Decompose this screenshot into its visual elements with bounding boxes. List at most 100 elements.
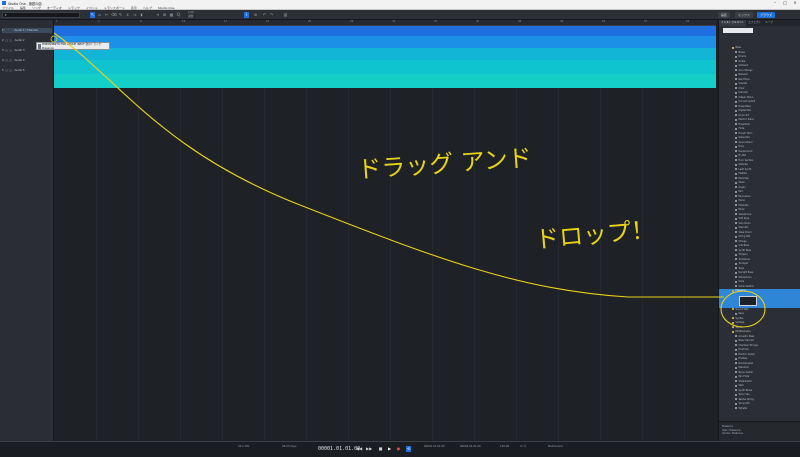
rewind-icon[interactable]: ◀◀ [356, 446, 362, 452]
right-locator[interactable]: 00005.01.01.00 [460, 445, 481, 449]
grid-icon[interactable]: ▦ [169, 12, 174, 18]
record-icon[interactable]: ● [396, 446, 401, 452]
menu-help[interactable]: ヘルプ [143, 6, 152, 10]
browser-item-label: Dulcimer [738, 348, 749, 351]
preset-icon [735, 195, 737, 197]
instrument-thumbnail [739, 295, 757, 306]
track-header[interactable]: 5 Audio 5 [2, 68, 52, 73]
undo-icon[interactable]: ↶ [262, 12, 267, 18]
tab-effects[interactable]: エフェクト [746, 20, 763, 26]
signature[interactable]: 4 / 4 [520, 445, 526, 449]
edit-mode-icon[interactable]: ▥ [283, 12, 288, 18]
redo-icon[interactable]: ↷ [269, 12, 274, 18]
listen-tool-icon[interactable]: ◖ [139, 12, 144, 18]
preset-icon [735, 127, 737, 130]
mute-button[interactable] [4, 39, 8, 42]
audio-event[interactable] [54, 60, 716, 74]
browser-item-label: Organ [738, 185, 746, 189]
loop-icon[interactable]: ⟲ [406, 446, 411, 452]
menu-studio-one[interactable]: Studio One [158, 6, 175, 10]
browser-item-label: Hi-Hat [738, 154, 746, 157]
menu-view[interactable]: 表示 [131, 6, 137, 10]
menu-event[interactable]: イベント [86, 6, 98, 10]
menu-audio[interactable]: オーディオ [47, 6, 62, 10]
preset-icon [735, 375, 737, 378]
browse-view-button[interactable]: ブラウズ [757, 12, 776, 18]
preset-icon [735, 172, 737, 175]
browser-item-label: Acoustic Bass [738, 334, 755, 338]
solo-button[interactable] [8, 39, 12, 42]
browser-item-label: Fretless [738, 357, 748, 360]
pin-icon[interactable]: ⊕ [253, 12, 258, 18]
mute-button[interactable] [4, 59, 8, 62]
tempo[interactable]: 120.00 [500, 445, 509, 449]
range-tool-icon[interactable]: ▭ [97, 12, 102, 18]
mute-tool-icon[interactable]: x [125, 12, 130, 18]
folder-icon [732, 317, 734, 319]
preset-icon [735, 280, 737, 283]
menu-transport[interactable]: トランスポート [104, 6, 125, 10]
browser-item-label: Shakuhachi [738, 379, 752, 383]
tab-instruments[interactable]: インストゥルメント [719, 20, 747, 26]
browser-item-label: Choir [738, 86, 745, 90]
track-header[interactable]: 1 Audio 1 / Channel [2, 28, 52, 33]
autoscroll-icon[interactable]: ⇥ [155, 12, 160, 18]
preset-icon [735, 262, 737, 265]
preset-icon [735, 114, 737, 116]
mute-button[interactable] [4, 49, 8, 52]
quantize-icon[interactable]: Q [176, 12, 181, 18]
ruler-mark: 57 [644, 20, 648, 23]
menu-track[interactable]: トラック [68, 6, 80, 10]
arrange-view[interactable] [54, 26, 716, 441]
ruler-mark: 45 [518, 20, 522, 23]
browser-item-label: Mandolin [738, 366, 749, 369]
preset-icon [735, 87, 737, 89]
song-selector[interactable]: ▾ [2, 12, 80, 18]
solo-button[interactable] [8, 29, 12, 32]
browser-item-label: Upright Bass [738, 271, 754, 274]
preset-icon [735, 100, 737, 103]
audio-event[interactable] [54, 74, 716, 88]
audio-event[interactable] [54, 48, 716, 60]
edit-view-button[interactable]: 編集 [718, 12, 731, 18]
browser-search-input[interactable] [723, 28, 753, 33]
metronome-label[interactable]: Metronome [548, 445, 563, 449]
arrow-tool-icon[interactable]: ↖ [90, 12, 95, 18]
menu-edit[interactable]: 編集 [20, 6, 26, 10]
solo-button[interactable] [8, 49, 12, 52]
browser-item-label: Timpani [738, 253, 748, 256]
mute-button[interactable] [4, 29, 8, 32]
browser-item[interactable]: Whistle [719, 407, 800, 412]
menu-file[interactable]: ファイル [2, 6, 14, 10]
track-list: 1 Audio 1 / Channel 2 Audio 2 3 Audio 3 … [0, 20, 54, 441]
presence-preview[interactable] [719, 293, 800, 308]
preset-icon [735, 204, 737, 206]
snap-icon[interactable]: ⊞ [162, 12, 167, 18]
audio-event[interactable] [54, 36, 716, 48]
preset-icon [735, 384, 737, 387]
left-locator[interactable]: 00001.01.01.00 [424, 445, 445, 449]
mute-button[interactable] [4, 69, 8, 72]
play-icon[interactable]: ▶ [387, 446, 392, 452]
solo-button[interactable] [8, 59, 12, 62]
browser-tabs: インストゥルメント エフェクト ループ [719, 20, 800, 26]
quantize-settings[interactable]: 1/16 調節 [188, 11, 240, 19]
browser-item-label: Tenor Sax [738, 393, 750, 396]
forward-icon[interactable]: ▶▶ [366, 446, 372, 452]
audio-event[interactable] [54, 26, 716, 36]
time-display[interactable]: 00001.01.01.00 [318, 446, 360, 452]
tab-loops[interactable]: ループ [763, 20, 775, 26]
mix-view-button[interactable]: ミックス [735, 12, 753, 18]
bend-tool-icon[interactable]: ↝ [132, 12, 137, 18]
stop-icon[interactable]: ■ [378, 446, 383, 452]
solo-button[interactable] [8, 69, 12, 72]
preset-icon [735, 276, 737, 278]
menu-song[interactable]: ソング [32, 6, 41, 10]
eraser-tool-icon[interactable]: ⌫ [111, 12, 117, 18]
track-number: 3 [2, 49, 4, 52]
track-header[interactable]: 4 Audio 4 [2, 58, 52, 63]
pencil-tool-icon[interactable]: ✎ [118, 12, 123, 18]
split-tool-icon[interactable]: ✂ [104, 12, 109, 18]
info-view-icon[interactable]: i [244, 12, 249, 18]
browser-item-label: Electric Guitar [738, 352, 755, 356]
